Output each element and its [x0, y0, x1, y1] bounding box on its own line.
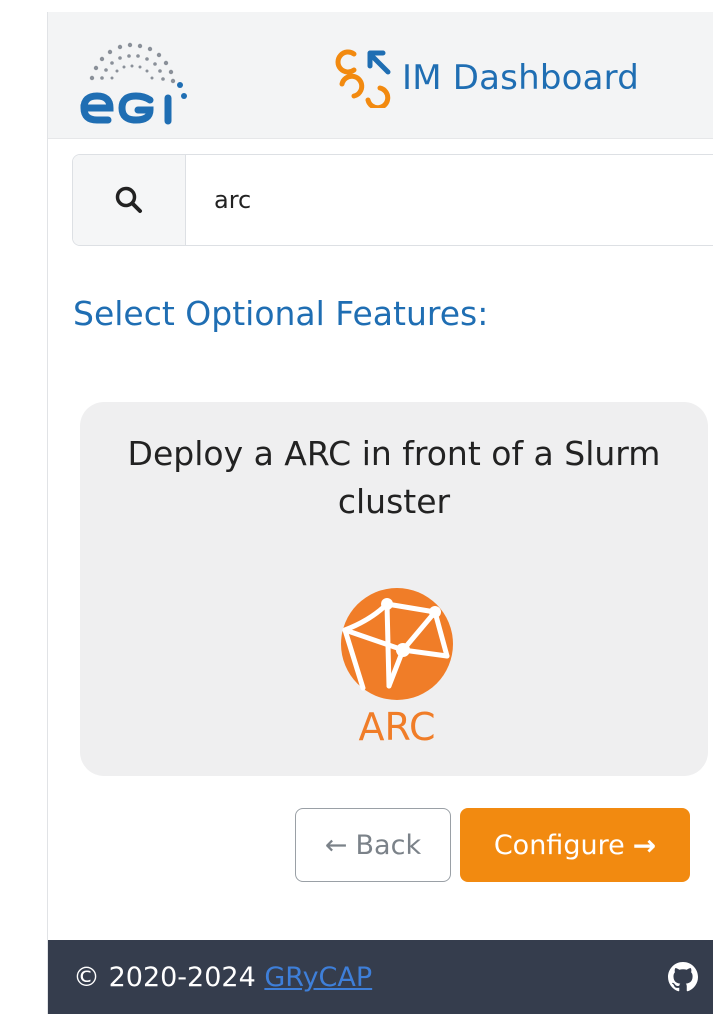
- back-button-label: Back: [355, 829, 422, 861]
- search-input[interactable]: [186, 155, 713, 245]
- arc-logo-icon: ARC: [341, 588, 453, 749]
- brand[interactable]: IM Dashboard: [332, 48, 639, 108]
- footer: © 2020-2024 GRyCAP: [48, 940, 713, 1014]
- arc-logo: ARC: [331, 586, 467, 749]
- github-icon[interactable]: [668, 962, 698, 992]
- im-dashboard-logo-icon: [335, 49, 391, 108]
- copyright-year: © 2020-2024: [73, 961, 256, 993]
- section-heading: Select Optional Features:: [73, 294, 489, 333]
- brand-title: IM Dashboard: [402, 58, 640, 98]
- search-addon[interactable]: [73, 155, 186, 245]
- search-icon: [115, 186, 142, 213]
- configure-button-label: Configure: [493, 829, 625, 861]
- app-frame: IM Dashboard Select Optional Features: D…: [47, 12, 713, 1014]
- configure-button[interactable]: Configure →: [460, 808, 690, 882]
- arc-logo-text: ARC: [358, 705, 435, 746]
- grycap-link[interactable]: GRyCAP: [264, 962, 372, 993]
- egi-logo[interactable]: [72, 28, 196, 128]
- feature-card[interactable]: Deploy a ARC in front of a Slurm cluster: [80, 402, 708, 776]
- navbar: IM Dashboard: [48, 12, 713, 139]
- egi-logo-icon: [80, 42, 187, 125]
- back-button[interactable]: ← Back: [295, 808, 451, 882]
- feature-card-title: Deploy a ARC in front of a Slurm cluster: [127, 434, 661, 521]
- search-bar: [72, 154, 713, 246]
- copyright-text: © 2020-2024 GRyCAP: [73, 962, 372, 993]
- arrow-left-icon: ←: [324, 829, 348, 861]
- arrow-right-icon: →: [632, 828, 657, 862]
